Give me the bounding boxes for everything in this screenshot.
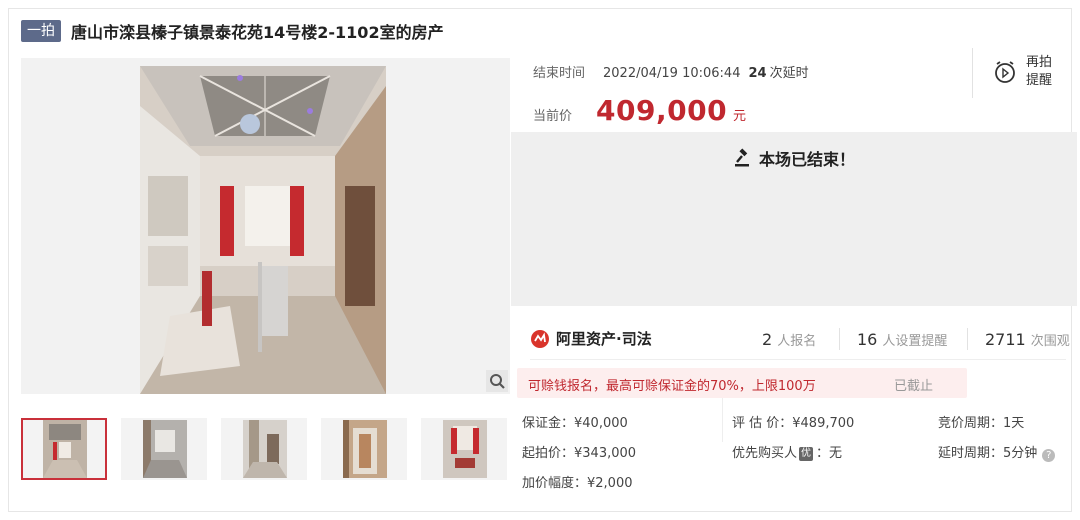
gavel-icon [734,148,749,167]
stat-registrations-label: 人报名 [777,334,817,349]
stat-reminders-value: 16 [857,330,878,349]
thumbnail-2[interactable] [121,418,207,480]
bid-cycle-field: 竞价周期：1天 [938,416,1025,431]
main-image-viewer[interactable] [21,58,510,394]
deposit-field: 保证金：¥40,000 [522,416,628,431]
thumbnail-strip [21,418,521,480]
stat-views-label: 次围观 [1030,334,1070,349]
priority-badge: 优 [799,447,814,461]
page-title: 唐山市滦县榛子镇景泰花苑14号楼2-1102室的房产 [71,23,444,42]
thumbnail-1[interactable] [21,418,107,480]
stat-views-value: 2711 [985,330,1026,349]
stat-reminders: 16 人设置提醒 [857,330,947,349]
current-price-value: 409,000 [596,94,728,127]
stat-divider [839,328,840,350]
delay-cycle-text: 延时周期：5分钟 [938,446,1038,461]
platform-name: 阿里资产·司法 [556,330,652,348]
stat-registrations-value: 2 [762,330,773,349]
reminder-label: 再拍提醒 [1026,55,1053,88]
increment-field: 加价幅度：¥2,000 [522,476,633,491]
stat-views: 2711 次围观 [985,330,1070,349]
delay-count: 24 [748,66,767,81]
auction-status-panel: 本场已结束！ [511,132,1077,306]
current-price-row: 当前价 409,000 元 [533,94,746,127]
appraisal-field: 评 估 价：¥489,700 [732,416,855,431]
title-row: 一拍 唐山市滦县榛子镇景泰花苑14号楼2-1102室的房产 [21,19,444,43]
thumbnail-5[interactable] [421,418,507,480]
auction-ended: 本场已结束！ [511,146,1077,170]
stats-divider [530,359,1066,360]
stat-reminders-label: 人设置提醒 [882,334,948,349]
thumbnail-3[interactable] [221,418,307,480]
alarm-clock-icon [995,61,1015,83]
credit-notice-status: 已截止 [894,379,934,394]
priority-buyer-field: 优先购买人优：无 [732,442,842,461]
help-icon[interactable]: ? [1042,449,1056,462]
property-photo [140,66,386,394]
delay-cycle-field: 延时周期：5分钟? [938,442,1056,462]
delay-label: 次延时 [769,66,809,81]
stat-registrations: 2 人报名 [762,330,816,349]
credit-notice[interactable]: 可赊钱报名，最高可赊保证金的70%，上限100万 已截止 [517,368,967,398]
round-badge: 一拍 [21,20,61,42]
platform-brand[interactable]: 阿里资产·司法 [530,328,652,349]
reminder-divider [972,48,973,98]
priority-buyer-value: ：无 [816,446,843,461]
credit-notice-text: 可赊钱报名，最高可赊保证金的70%，上限100万 [528,379,816,394]
end-time-row: 结束时间 2022/04/19 10:06:44 24 次延时 [533,62,809,81]
end-time-label: 结束时间 [533,66,586,81]
reminder-button[interactable]: 再拍提醒 [992,54,1054,90]
current-price-unit: 元 [733,109,747,124]
auction-ended-text: 本场已结束！ [758,150,855,169]
starting-price-field: 起拍价：¥343,000 [522,446,637,461]
end-time-value: 2022/04/19 10:06:44 [603,66,741,81]
details-divider [722,398,723,442]
ali-asset-logo-icon [531,329,549,348]
stat-divider [967,328,968,350]
priority-buyer-label: 优先购买人 [732,446,798,461]
zoom-icon[interactable] [486,370,508,392]
current-price-label: 当前价 [533,109,573,124]
thumbnail-4[interactable] [321,418,407,480]
